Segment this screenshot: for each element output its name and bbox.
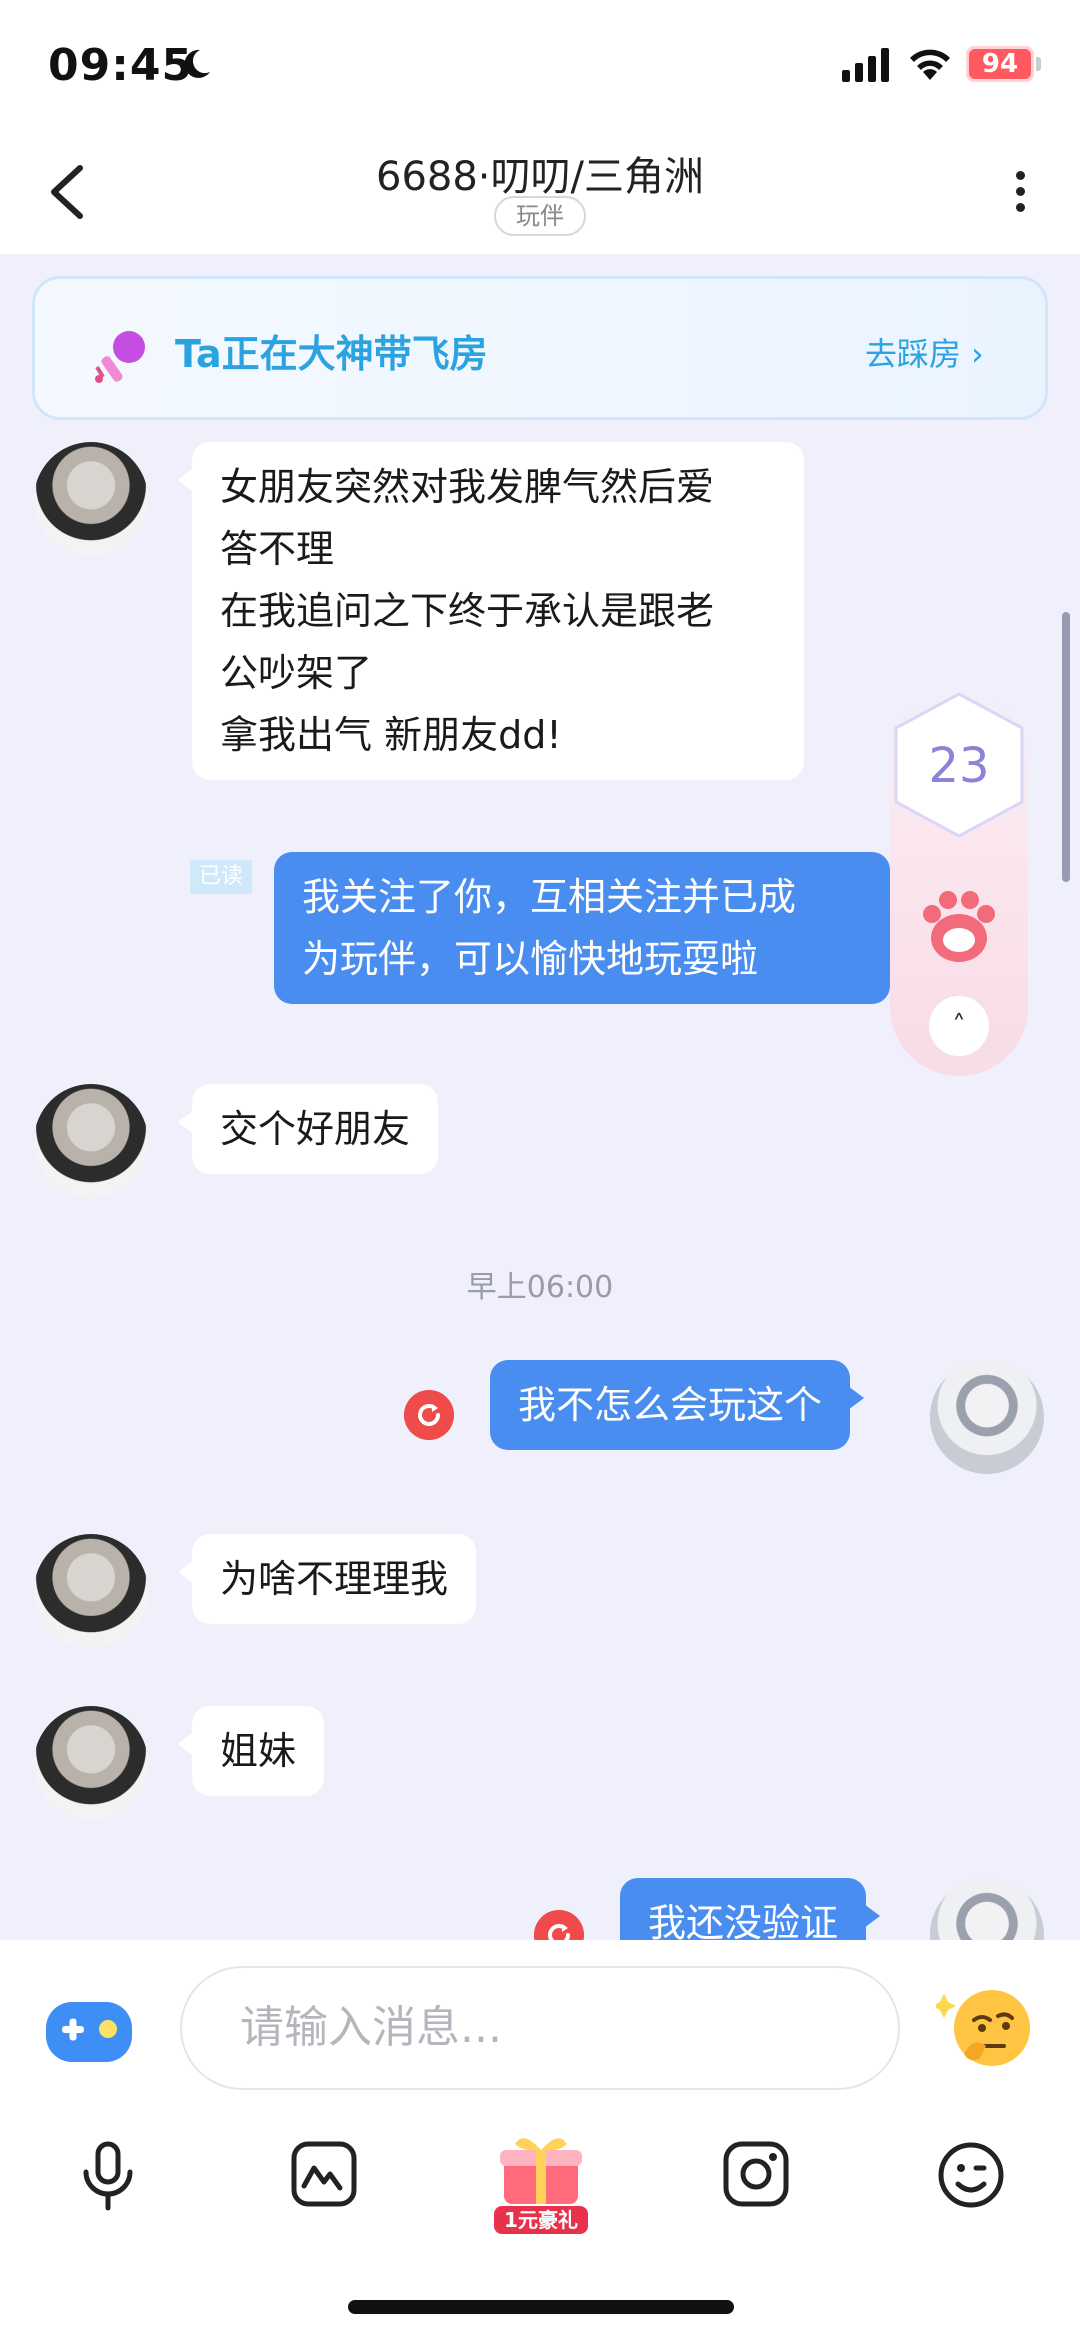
resend-icon[interactable] — [404, 1390, 454, 1440]
contact-avatar[interactable] — [34, 1084, 148, 1198]
thinking-emoji-icon[interactable] — [936, 1980, 1040, 2076]
page-title: 6688·叨叨/三角洲 — [376, 154, 704, 200]
cellular-signal-icon — [842, 48, 889, 82]
scrollbar[interactable] — [1062, 612, 1070, 882]
live-room-banner[interactable]: Ta正在大神带飞房 去踩房 › — [32, 276, 1048, 420]
message-bubble-incoming: 为啥不理理我 — [177, 1534, 477, 1624]
chevron-up-icon[interactable]: ˄ — [929, 996, 989, 1056]
message-input[interactable]: 请输入消息... — [180, 1966, 900, 2090]
status-bar: 09:45 94 — [0, 0, 1080, 130]
status-time: 09:45 — [48, 40, 194, 91]
nav-bar: 6688·叨叨/三角洲 玩伴 — [0, 130, 1080, 254]
timestamp: 早上06:00 — [466, 1270, 614, 1305]
enter-room-link[interactable]: 去踩房 › — [865, 329, 984, 375]
moon-icon — [184, 49, 210, 78]
image-icon[interactable] — [290, 2140, 358, 2208]
my-avatar[interactable] — [930, 1360, 1044, 1474]
battery-tip — [1036, 57, 1041, 71]
contact-avatar[interactable] — [34, 1534, 148, 1648]
message-bubble-incoming: 姐妹 — [177, 1706, 325, 1796]
wifi-icon — [910, 49, 950, 80]
camera-icon[interactable] — [722, 2140, 790, 2208]
widget-count: 23 — [928, 738, 990, 794]
home-indicator[interactable] — [348, 2300, 734, 2314]
microphone-icon[interactable] — [76, 2140, 140, 2212]
message-bubble-incoming: 女朋友突然对我发脾气然后爱 答不理 在我追问之下终于承认是跟老 公吵架了 拿我出… — [178, 442, 804, 780]
read-receipt-badge: 已读 — [190, 860, 252, 894]
emoji-icon[interactable] — [936, 2140, 1006, 2210]
chevron-right-icon: › — [971, 335, 984, 373]
paw-icon[interactable] — [920, 888, 998, 964]
message-bubble-outgoing: 我关注了你，互相关注并已成 为玩伴，可以愉快地玩耍啦 — [274, 852, 904, 1004]
banner-text: Ta正在大神带飞房 — [175, 332, 488, 376]
relationship-tag: 玩伴 — [494, 196, 586, 236]
contact-avatar[interactable] — [34, 442, 148, 556]
message-bubble-incoming: 交个好朋友 — [177, 1084, 439, 1174]
contact-avatar[interactable] — [34, 1706, 148, 1820]
microphone-icon — [95, 331, 145, 383]
more-options-icon[interactable] — [1000, 164, 1040, 220]
gift-label: 1元豪礼 — [494, 2206, 588, 2234]
gamepad-icon[interactable] — [44, 1996, 134, 2068]
composer-panel: 请输入消息... 1元豪礼 — [0, 1940, 1080, 2339]
message-bubble-outgoing: 我不怎么会玩这个 — [490, 1360, 865, 1450]
enter-room-label: 去踩房 — [865, 335, 962, 373]
battery-indicator: 94 — [966, 46, 1034, 82]
